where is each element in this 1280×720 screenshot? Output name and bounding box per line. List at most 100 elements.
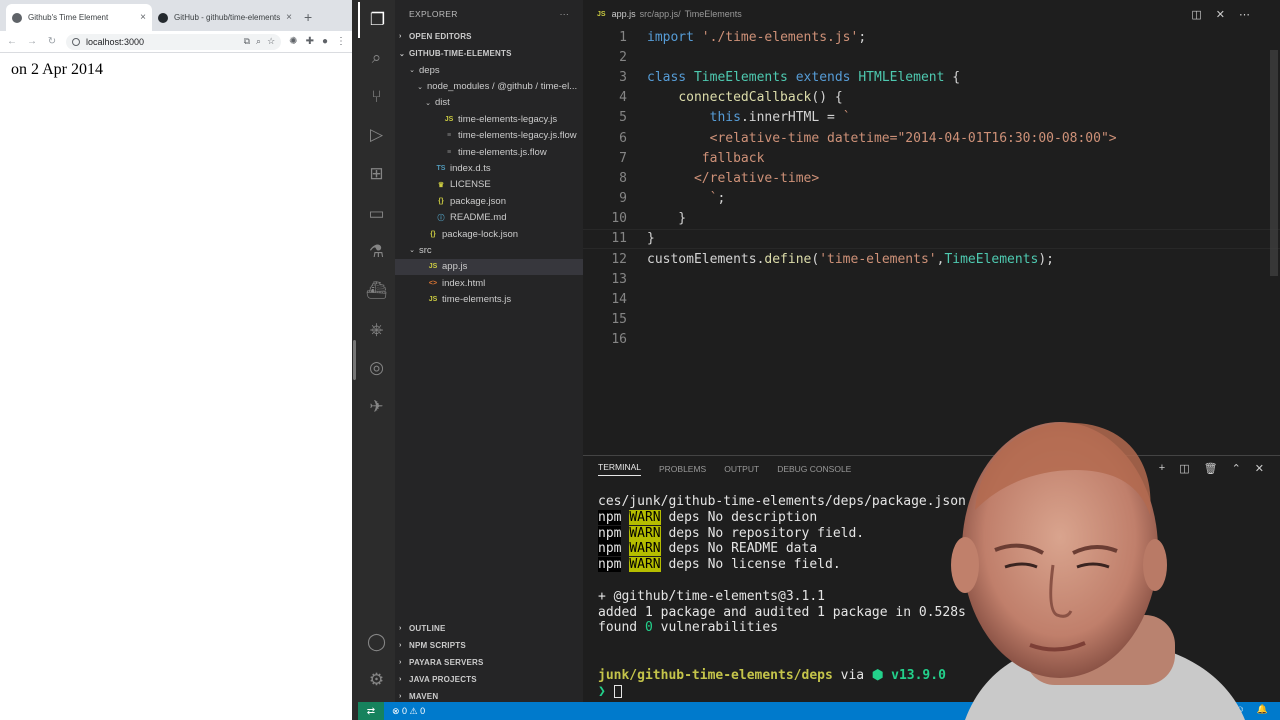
docker-icon[interactable]: ⛴ bbox=[358, 273, 395, 309]
editor-tab-app-js[interactable]: app.js bbox=[612, 9, 636, 19]
split-editor-icon[interactable]: ◫ bbox=[1191, 8, 1201, 21]
info-icon[interactable] bbox=[72, 37, 80, 46]
lic-file-icon: ♛ bbox=[437, 181, 445, 189]
flow-file-icon: ≡ bbox=[446, 148, 452, 156]
section-project[interactable]: ⌄ GITHUB-TIME-ELEMENTS bbox=[395, 45, 583, 62]
editor-area: JS app.js src/app.js/ TimeElements ◫ ✕ ⋯… bbox=[583, 0, 1280, 455]
breadcrumb-symbol[interactable]: TimeElements bbox=[685, 9, 742, 19]
js-file-icon: JS bbox=[428, 296, 438, 304]
tree-item[interactable]: ⌄ dist bbox=[395, 95, 583, 111]
address-bar[interactable]: localhost:3000 ⧉ ⌕ ☆ bbox=[66, 33, 282, 50]
close-tab-icon[interactable]: × bbox=[140, 12, 146, 23]
tab-problems[interactable]: PROBLEMS bbox=[659, 464, 706, 474]
section-label: NPM SCRIPTS bbox=[409, 641, 466, 650]
code-view[interactable]: 1 import './time-elements.js'; 2 3 class T… bbox=[583, 27, 1280, 350]
menu-icon[interactable]: ⋮ bbox=[336, 36, 346, 47]
resize-grip[interactable] bbox=[353, 340, 356, 380]
json-file-icon: {} bbox=[438, 197, 444, 205]
code-line: 4 connectedCallback() { bbox=[619, 90, 843, 106]
js-file-icon: JS bbox=[444, 115, 454, 123]
tree-item[interactable]: JS app.js bbox=[395, 258, 583, 276]
tree-item[interactable]: ⌄ deps bbox=[395, 62, 583, 78]
back-icon[interactable]: ← bbox=[6, 36, 18, 47]
more-actions-icon[interactable]: ··· bbox=[560, 9, 569, 19]
tab-terminal[interactable]: TERMINAL bbox=[598, 462, 641, 476]
forward-icon[interactable]: → bbox=[26, 36, 38, 47]
problems-indicator[interactable]: ⊗ 0 ⚠ 0 bbox=[392, 706, 425, 717]
new-tab-button[interactable]: + bbox=[298, 9, 320, 31]
chevron-down-icon: ⌄ bbox=[399, 50, 406, 58]
tree-item-label: time-elements-legacy.js.flow bbox=[458, 130, 577, 142]
account-icon[interactable]: ◯ bbox=[358, 624, 395, 660]
tree-item[interactable]: ⌄ src bbox=[395, 242, 583, 258]
more-actions-icon[interactable]: ⋯ bbox=[1239, 8, 1250, 21]
extension-icon[interactable]: ✺ bbox=[289, 36, 297, 47]
browser-tab-time-element[interactable]: Github's Time Element × bbox=[6, 4, 152, 31]
tree-item[interactable]: ♛ LICENSE bbox=[395, 177, 583, 193]
section-java-projects[interactable]: › JAVA PROJECTS bbox=[395, 671, 583, 688]
tree-item[interactable]: ⌄ node_modules / @github / time-el... bbox=[395, 78, 583, 94]
terminal-line: npm WARN deps No README data bbox=[598, 541, 818, 557]
chevron-down-icon: ⌄ bbox=[417, 83, 423, 91]
terminal-input-line[interactable]: ❯ bbox=[598, 684, 966, 700]
presenter-webcam-image bbox=[951, 422, 1245, 720]
tree-item[interactable]: TS index.d.ts bbox=[395, 160, 583, 176]
terminal-output[interactable]: ces/junk/github-time-elements/deps/packa… bbox=[598, 494, 966, 699]
reload-icon[interactable]: ↻ bbox=[46, 36, 58, 47]
run-debug-icon[interactable]: ▷ bbox=[358, 117, 395, 153]
extensions-icon[interactable]: ⊞ bbox=[358, 156, 395, 192]
section-open-editors[interactable]: › OPEN EDITORS bbox=[395, 28, 583, 45]
breadcrumb-path[interactable]: src/app.js/ bbox=[640, 9, 681, 19]
tree-item[interactable]: {} package-lock.json bbox=[395, 226, 583, 242]
zoom-icon[interactable]: ⌕ bbox=[256, 36, 261, 47]
settings-gear-icon[interactable]: ⚙ bbox=[358, 662, 395, 698]
editor-scrollbar[interactable] bbox=[1270, 50, 1278, 276]
explorer-icon[interactable]: ❐ bbox=[358, 2, 395, 38]
payara-icon[interactable]: ✈ bbox=[358, 389, 395, 425]
ts-file-icon: TS bbox=[436, 165, 446, 173]
close-tab-icon[interactable]: × bbox=[286, 12, 292, 23]
close-editor-icon[interactable]: ✕ bbox=[1216, 8, 1225, 21]
activity-bar: ❐ ⌕ ⑂ ▷ ⊞ ▭ ⚗ ⛴ ⎈ ◎ ✈ ◯ ⚙ bbox=[358, 0, 395, 702]
tree-item[interactable]: JS time-elements-legacy.js bbox=[395, 111, 583, 127]
tree-item[interactable]: ⓘ README.md bbox=[395, 210, 583, 226]
source-control-icon[interactable]: ⑂ bbox=[358, 79, 395, 115]
code-line: 2 bbox=[619, 49, 627, 65]
tree-item-label: LICENSE bbox=[450, 179, 491, 191]
section-payara-servers[interactable]: › PAYARA SERVERS bbox=[395, 654, 583, 671]
tree-item-label: README.md bbox=[450, 212, 507, 224]
section-outline[interactable]: › OUTLINE bbox=[395, 620, 583, 637]
section-label: OPEN EDITORS bbox=[409, 32, 472, 41]
testing-icon[interactable]: ⚗ bbox=[358, 234, 395, 270]
tab-output[interactable]: OUTPUT bbox=[724, 464, 759, 474]
tree-item[interactable]: ≡ time-elements-legacy.js.flow bbox=[395, 128, 583, 144]
tree-item-label: time-elements.js bbox=[442, 294, 512, 306]
chevron-right-icon: › bbox=[399, 693, 402, 700]
puzzle-icon[interactable]: ✚ bbox=[306, 36, 314, 47]
tree-item[interactable]: JS time-elements.js bbox=[395, 291, 583, 307]
browser-tabstrip: Github's Time Element × GitHub - github/… bbox=[0, 0, 352, 31]
remote-indicator-icon[interactable]: ⇄ bbox=[358, 702, 384, 720]
open-external-icon[interactable]: ⧉ bbox=[244, 36, 250, 47]
url-text[interactable]: localhost:3000 bbox=[86, 37, 144, 47]
terminal-cursor bbox=[613, 684, 622, 698]
tab-debug-console[interactable]: DEBUG CONSOLE bbox=[777, 464, 851, 474]
section-label: JAVA PROJECTS bbox=[409, 675, 477, 684]
sidebar-bottom-sections: › OUTLINE › NPM SCRIPTS › PAYARA SERVERS › JAVA… bbox=[395, 620, 583, 705]
code-line: 13 bbox=[611, 271, 627, 287]
browser-window: Github's Time Element × GitHub - github/… bbox=[0, 0, 352, 720]
browser-tab-github[interactable]: GitHub - github/time-elements × bbox=[152, 4, 298, 31]
tree-item[interactable]: ≡ time-elements.js.flow bbox=[395, 144, 583, 160]
tree-item[interactable]: {} package.json bbox=[395, 193, 583, 209]
gitlens-icon[interactable]: ◎ bbox=[358, 350, 395, 386]
tree-item[interactable]: <> index.html bbox=[395, 275, 583, 291]
section-npm-scripts[interactable]: › NPM SCRIPTS bbox=[395, 637, 583, 654]
code-line: 10 } bbox=[611, 211, 687, 227]
bookmark-star-icon[interactable]: ☆ bbox=[267, 36, 275, 47]
search-icon[interactable]: ⌕ bbox=[358, 40, 395, 76]
profile-icon[interactable]: ● bbox=[322, 36, 328, 47]
remote-explorer-icon[interactable]: ▭ bbox=[358, 196, 395, 232]
tree-item-label: node_modules / @github / time-el... bbox=[427, 81, 578, 93]
kubernetes-icon[interactable]: ⎈ bbox=[358, 312, 395, 348]
terminal-line: added 1 package and audited 1 package in… bbox=[598, 604, 966, 620]
